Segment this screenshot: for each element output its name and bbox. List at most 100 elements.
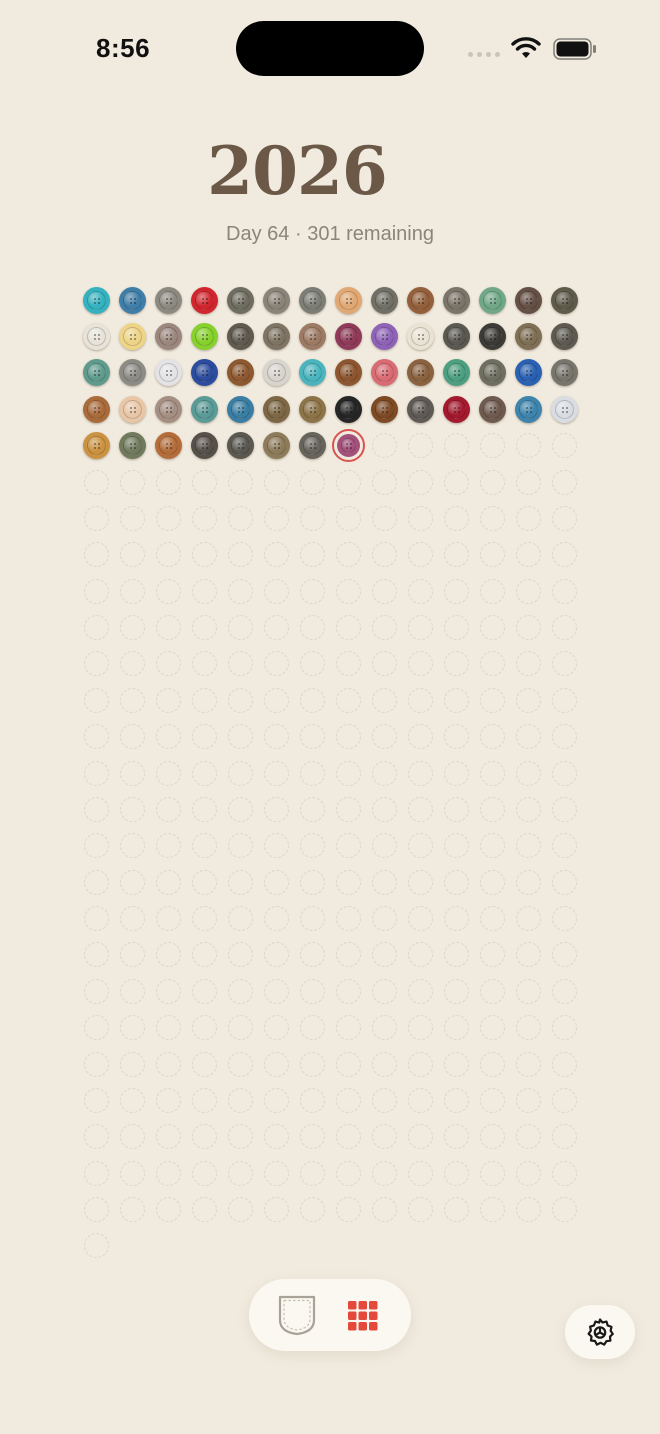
day-empty[interactable]: [150, 1046, 186, 1082]
day-empty[interactable]: [330, 646, 366, 682]
day-empty[interactable]: [510, 646, 546, 682]
day-empty[interactable]: [546, 609, 582, 645]
day-empty[interactable]: [114, 1191, 150, 1227]
day-filled[interactable]: [474, 391, 510, 427]
day-empty[interactable]: [114, 1155, 150, 1191]
day-empty[interactable]: [150, 900, 186, 936]
day-empty[interactable]: [438, 973, 474, 1009]
day-empty[interactable]: [510, 573, 546, 609]
day-empty[interactable]: [546, 537, 582, 573]
day-empty[interactable]: [546, 500, 582, 536]
day-empty[interactable]: [78, 1155, 114, 1191]
day-empty[interactable]: [474, 755, 510, 791]
day-empty[interactable]: [402, 646, 438, 682]
day-empty[interactable]: [474, 609, 510, 645]
day-filled[interactable]: [114, 391, 150, 427]
day-empty[interactable]: [366, 682, 402, 718]
day-empty[interactable]: [258, 791, 294, 827]
day-empty[interactable]: [546, 791, 582, 827]
day-empty[interactable]: [366, 1010, 402, 1046]
day-empty[interactable]: [186, 609, 222, 645]
day-empty[interactable]: [222, 864, 258, 900]
day-empty[interactable]: [78, 537, 114, 573]
day-empty[interactable]: [366, 791, 402, 827]
day-empty[interactable]: [186, 537, 222, 573]
day-empty[interactable]: [78, 1119, 114, 1155]
day-empty[interactable]: [510, 791, 546, 827]
day-empty[interactable]: [78, 864, 114, 900]
day-empty[interactable]: [366, 609, 402, 645]
day-filled[interactable]: [222, 355, 258, 391]
day-empty[interactable]: [474, 937, 510, 973]
day-empty[interactable]: [438, 428, 474, 464]
day-filled[interactable]: [510, 318, 546, 354]
day-empty[interactable]: [294, 755, 330, 791]
day-empty[interactable]: [366, 537, 402, 573]
day-empty[interactable]: [186, 573, 222, 609]
day-empty[interactable]: [294, 500, 330, 536]
day-filled[interactable]: [186, 318, 222, 354]
day-empty[interactable]: [186, 937, 222, 973]
day-empty[interactable]: [186, 500, 222, 536]
day-empty[interactable]: [474, 719, 510, 755]
day-empty[interactable]: [186, 719, 222, 755]
day-empty[interactable]: [330, 682, 366, 718]
day-empty[interactable]: [186, 1119, 222, 1155]
day-empty[interactable]: [258, 719, 294, 755]
day-empty[interactable]: [366, 828, 402, 864]
day-empty[interactable]: [366, 1046, 402, 1082]
day-filled[interactable]: [546, 282, 582, 318]
day-empty[interactable]: [294, 1046, 330, 1082]
day-empty[interactable]: [222, 500, 258, 536]
day-filled[interactable]: [150, 282, 186, 318]
day-empty[interactable]: [330, 828, 366, 864]
day-empty[interactable]: [510, 500, 546, 536]
day-empty[interactable]: [150, 573, 186, 609]
day-empty[interactable]: [510, 937, 546, 973]
day-empty[interactable]: [474, 864, 510, 900]
day-empty[interactable]: [114, 1010, 150, 1046]
day-empty[interactable]: [474, 791, 510, 827]
day-empty[interactable]: [222, 755, 258, 791]
day-empty[interactable]: [258, 537, 294, 573]
day-empty[interactable]: [474, 1046, 510, 1082]
day-empty[interactable]: [78, 1191, 114, 1227]
day-empty[interactable]: [330, 755, 366, 791]
day-empty[interactable]: [258, 464, 294, 500]
day-empty[interactable]: [258, 755, 294, 791]
day-empty[interactable]: [186, 1191, 222, 1227]
day-empty[interactable]: [474, 1119, 510, 1155]
day-empty[interactable]: [438, 1046, 474, 1082]
day-empty[interactable]: [402, 973, 438, 1009]
day-empty[interactable]: [294, 900, 330, 936]
day-empty[interactable]: [510, 1046, 546, 1082]
day-empty[interactable]: [438, 682, 474, 718]
day-empty[interactable]: [150, 500, 186, 536]
day-empty[interactable]: [258, 900, 294, 936]
day-empty[interactable]: [150, 973, 186, 1009]
day-filled[interactable]: [438, 355, 474, 391]
day-empty[interactable]: [366, 1082, 402, 1118]
day-filled[interactable]: [186, 355, 222, 391]
day-empty[interactable]: [294, 1082, 330, 1118]
day-empty[interactable]: [186, 464, 222, 500]
day-filled[interactable]: [258, 428, 294, 464]
day-empty[interactable]: [258, 1010, 294, 1046]
day-empty[interactable]: [510, 682, 546, 718]
day-empty[interactable]: [78, 500, 114, 536]
day-empty[interactable]: [150, 464, 186, 500]
day-empty[interactable]: [366, 719, 402, 755]
day-empty[interactable]: [546, 682, 582, 718]
day-empty[interactable]: [474, 682, 510, 718]
day-empty[interactable]: [366, 864, 402, 900]
day-empty[interactable]: [186, 828, 222, 864]
day-empty[interactable]: [186, 646, 222, 682]
day-filled[interactable]: [402, 391, 438, 427]
day-empty[interactable]: [474, 537, 510, 573]
day-empty[interactable]: [150, 719, 186, 755]
day-empty[interactable]: [402, 464, 438, 500]
day-empty[interactable]: [438, 900, 474, 936]
day-empty[interactable]: [438, 537, 474, 573]
day-empty[interactable]: [330, 900, 366, 936]
day-empty[interactable]: [294, 537, 330, 573]
